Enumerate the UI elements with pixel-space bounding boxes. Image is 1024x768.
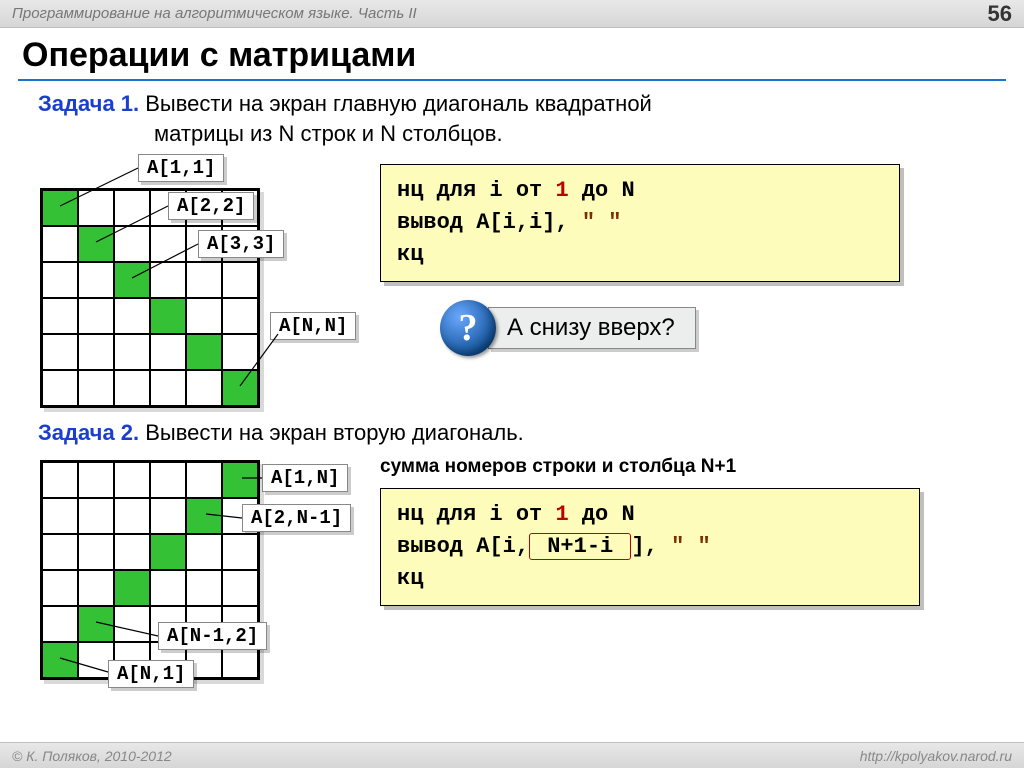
code1-l1: нц для i от 1 до N — [397, 175, 883, 207]
matrix2-area: A[1,N] A[2,N-1] A[N-1,2] A[N,1] — [30, 454, 380, 714]
section-1: A[1,1] A[2,2] A[3,3] A[N,N] нц для i от … — [30, 154, 994, 414]
title-underline — [18, 79, 1006, 81]
label-a22: A[2,2] — [168, 192, 254, 220]
section-2: A[1,N] A[2,N-1] A[N-1,2] A[N,1] сумма но… — [30, 454, 994, 714]
task1-line1: Вывести на экран главную диагональ квадр… — [139, 91, 652, 116]
footer: © К. Поляков, 2010-2012 http://kpolyakov… — [0, 742, 1024, 768]
right-1: нц для i от 1 до N вывод A[i,i], " " кц … — [380, 154, 994, 356]
label-an12: A[N-1,2] — [158, 622, 267, 650]
page-number: 56 — [988, 1, 1012, 27]
note-sum: сумма номеров строки и столбца N+1 — [380, 456, 994, 478]
label-a1n: A[1,N] — [262, 464, 348, 492]
code-box-2: нц для i от 1 до N вывод A[i, N+1-i ], "… — [380, 488, 920, 606]
slide: Программирование на алгоритмическом язык… — [0, 0, 1024, 768]
footer-left: © К. Поляков, 2010-2012 — [12, 748, 172, 764]
task2-body: Вывести на экран вторую диагональ. — [139, 420, 524, 445]
task1-label: Задача 1. — [38, 91, 139, 116]
topbar: Программирование на алгоритмическом язык… — [0, 0, 1024, 28]
label-a11: A[1,1] — [138, 154, 224, 182]
question-callout: ? А снизу вверх? — [440, 300, 994, 356]
code2-l3: кц — [397, 563, 903, 595]
code1-l2: вывод A[i,i], " " — [397, 207, 883, 239]
matrix1-area: A[1,1] A[2,2] A[3,3] A[N,N] — [30, 154, 380, 414]
page-title: Операции с матрицами — [0, 28, 1024, 79]
content: Задача 1. Вывести на экран главную диаго… — [0, 89, 1024, 714]
task1-line2: матрицы из N строк и N столбцов. — [38, 121, 503, 146]
footer-right: http://kpolyakov.narod.ru — [860, 748, 1012, 764]
matrix-main-diagonal — [40, 188, 260, 408]
task2-label: Задача 2. — [38, 420, 139, 445]
question-text: А снизу вверх? — [488, 307, 696, 349]
code2-l1: нц для i от 1 до N — [397, 499, 903, 531]
code1-l3: кц — [397, 239, 883, 271]
label-a33: A[3,3] — [198, 230, 284, 258]
code2-l2: вывод A[i, N+1-i ], " " — [397, 531, 903, 563]
task2-text: Задача 2. Вывести на экран вторую диагон… — [38, 418, 994, 448]
doc-title: Программирование на алгоритмическом язык… — [12, 5, 417, 22]
right-2: сумма номеров строки и столбца N+1 нц дл… — [380, 454, 994, 606]
question-icon: ? — [440, 300, 496, 356]
task1-text: Задача 1. Вывести на экран главную диаго… — [38, 89, 994, 148]
label-ann: A[N,N] — [270, 312, 356, 340]
code-box-1: нц для i от 1 до N вывод A[i,i], " " кц — [380, 164, 900, 282]
label-a2n1: A[2,N-1] — [242, 504, 351, 532]
label-an1: A[N,1] — [108, 660, 194, 688]
